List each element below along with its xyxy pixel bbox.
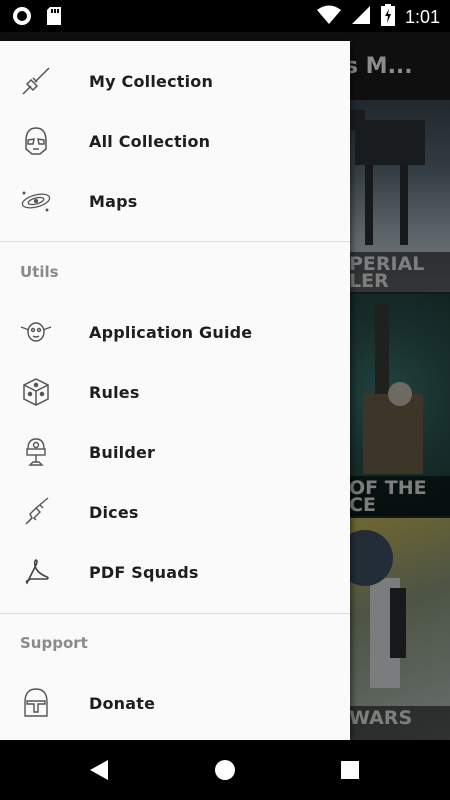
drawer-item-label: Application Guide [89, 322, 253, 342]
drawer-item-maps[interactable]: Maps [0, 171, 350, 231]
status-time: 1:01 [404, 6, 440, 27]
drawer-item-label: Builder [89, 442, 156, 462]
lightsaber-icon [18, 63, 54, 99]
system-nav-bar [0, 740, 450, 800]
drawer-item-rules[interactable]: Rules [0, 362, 350, 422]
drawer-item-label: All Collection [89, 131, 211, 151]
section-title-support: Support [20, 634, 88, 652]
status-bar: 1:01 [0, 0, 450, 32]
mandalorian-helmet-icon [18, 685, 54, 721]
home-button[interactable] [214, 759, 236, 781]
stormtrooper-helmet-icon [18, 123, 54, 159]
drawer-item-label: Dices [89, 502, 139, 522]
drawer-item-all-collection[interactable]: All Collection [0, 111, 350, 171]
pdf-icon [18, 554, 54, 590]
cube-icon [18, 374, 54, 410]
drawer-item-label: My Collection [89, 71, 214, 91]
battery-charging-icon [380, 4, 395, 30]
blaster-icon [18, 494, 54, 530]
drawer-item-pdf-squads[interactable]: PDF Squads [0, 542, 350, 602]
drawer-item-my-collection[interactable]: My Collection [0, 51, 350, 111]
drawer-item-label: PDF Squads [89, 562, 199, 582]
recents-icon [341, 761, 359, 779]
sd-card-icon [46, 6, 62, 30]
section-divider [0, 241, 350, 242]
back-button[interactable] [88, 758, 112, 782]
section-title-utils: Utils [20, 263, 59, 281]
navigation-drawer: My Collection All Collection Maps Utils … [0, 41, 350, 740]
drawer-item-builder[interactable]: Builder [0, 422, 350, 482]
yoda-icon [18, 314, 54, 350]
drawer-item-label: Maps [89, 191, 138, 211]
droid-icon [18, 434, 54, 470]
home-icon [215, 760, 235, 780]
drawer-item-dices[interactable]: Dices [0, 482, 350, 542]
drawer-item-donate[interactable]: Donate [0, 673, 350, 733]
drawer-item-application-guide[interactable]: Application Guide [0, 302, 350, 362]
wifi-icon [316, 5, 341, 29]
galaxy-icon [18, 183, 54, 219]
drawer-item-label: Rules [89, 382, 140, 402]
drawer-item-label: Donate [89, 693, 156, 713]
section-divider [0, 613, 350, 614]
back-icon [90, 760, 108, 780]
signal-icon [351, 5, 371, 29]
recents-button[interactable] [340, 760, 360, 780]
record-icon [12, 6, 32, 30]
